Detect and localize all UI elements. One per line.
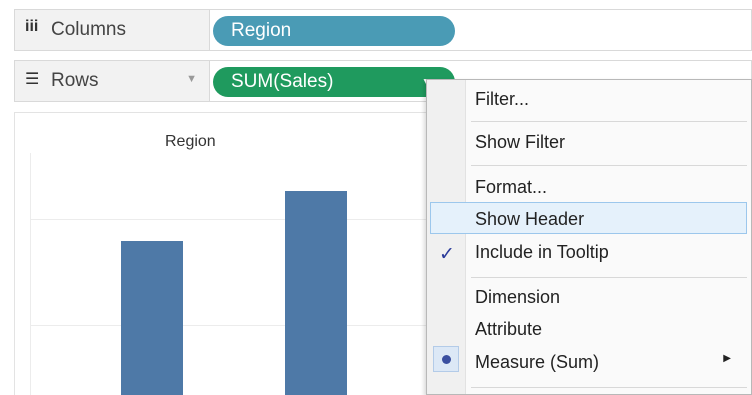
columns-icon: iii — [25, 18, 39, 35]
menu-item-attribute[interactable]: Attribute — [475, 319, 542, 340]
menu-separator — [471, 277, 747, 278]
bar[interactable] — [285, 191, 347, 395]
submenu-arrow-icon: ▶ — [723, 353, 731, 364]
rows-label: Rows — [51, 70, 99, 91]
menu-item-dimension[interactable]: Dimension — [475, 287, 560, 308]
menu-item-include-in-tooltip[interactable]: Include in Tooltip — [475, 242, 609, 263]
context-menu: Filter... Show Filter Format... Show Hea… — [426, 79, 752, 395]
rows-dropdown-icon[interactable]: ▼ — [186, 73, 197, 85]
menu-separator — [471, 121, 747, 122]
menu-separator — [471, 165, 747, 166]
menu-item-show-header[interactable]: Show Header — [475, 209, 584, 230]
axis-line — [30, 153, 31, 395]
radio-selected-icon — [433, 346, 459, 372]
sum-sales-pill-label: SUM(Sales) — [231, 71, 334, 92]
sum-sales-pill[interactable]: SUM(Sales) ▼ — [213, 67, 455, 97]
columns-label: Columns — [51, 19, 126, 40]
check-icon: ✓ — [439, 244, 455, 265]
menu-item-measure-sum[interactable]: Measure (Sum) — [475, 352, 599, 373]
bar[interactable] — [121, 241, 183, 395]
menu-item-filter[interactable]: Filter... — [475, 89, 529, 110]
radio-dot — [442, 355, 451, 364]
viz-header: Region — [165, 133, 216, 150]
region-pill-label: Region — [231, 20, 292, 41]
region-pill[interactable]: Region — [213, 16, 455, 46]
menu-item-show-filter[interactable]: Show Filter — [475, 132, 565, 153]
rows-shelf-label: ☰ Rows ▼ — [15, 61, 210, 101]
viz-area: Region — [14, 112, 428, 395]
columns-shelf: iii Columns Region — [14, 9, 752, 51]
rows-icon: ☰ — [25, 71, 40, 88]
gridline — [30, 219, 427, 220]
menu-item-format[interactable]: Format... — [475, 177, 547, 198]
columns-shelf-label: iii Columns — [15, 10, 210, 50]
menu-separator — [471, 387, 747, 388]
gridline — [30, 325, 427, 326]
